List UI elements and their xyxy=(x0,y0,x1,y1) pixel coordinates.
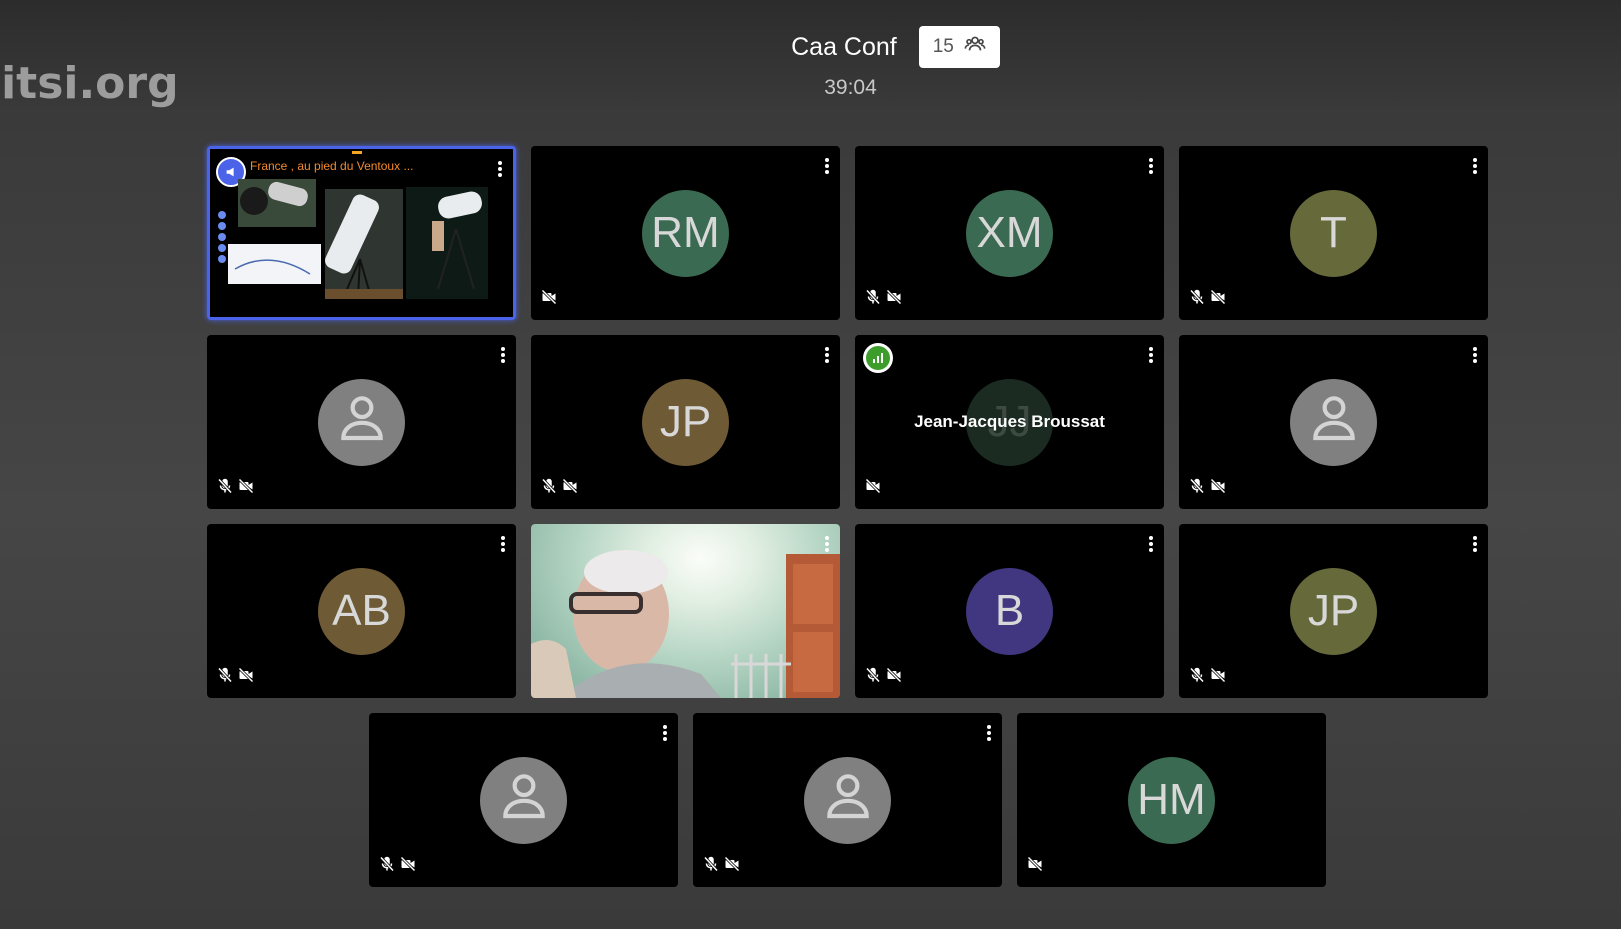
avatar: T xyxy=(1290,189,1377,277)
person-icon xyxy=(820,767,876,834)
mic-muted-icon xyxy=(1189,289,1205,310)
participant-tile[interactable] xyxy=(1179,335,1488,509)
participant-tile[interactable] xyxy=(531,524,840,698)
status-indicators xyxy=(1027,856,1043,877)
participant-tile[interactable] xyxy=(207,335,516,509)
status-indicators xyxy=(541,478,578,499)
participant-tile[interactable]: B xyxy=(855,524,1164,698)
camera-off-icon xyxy=(400,856,416,877)
status-indicators xyxy=(865,478,881,499)
camera-off-icon xyxy=(886,667,902,688)
participant-tile[interactable] xyxy=(369,713,678,887)
more-options-icon[interactable] xyxy=(824,158,830,176)
status-indicators xyxy=(541,289,557,310)
person-icon xyxy=(496,767,552,834)
participants-count: 15 xyxy=(932,36,954,57)
mic-muted-icon xyxy=(379,856,395,877)
status-indicators xyxy=(865,667,902,688)
avatar: JP xyxy=(1290,567,1377,655)
avatar: HM xyxy=(1128,756,1215,844)
status-indicators xyxy=(217,478,254,499)
camera-off-icon xyxy=(865,478,881,499)
participant-display-name: Jean-Jacques Broussat xyxy=(914,412,1105,431)
conference-timer: 39:04 xyxy=(824,76,877,99)
camera-off-icon xyxy=(1210,478,1226,499)
mic-muted-icon xyxy=(865,667,881,688)
avatar: XM xyxy=(966,189,1053,277)
status-indicators xyxy=(1189,478,1226,499)
mic-muted-icon xyxy=(865,289,881,310)
avatar-placeholder xyxy=(318,378,405,466)
more-options-icon[interactable] xyxy=(824,347,830,365)
participants-icon xyxy=(964,33,986,61)
more-options-icon[interactable] xyxy=(1148,536,1154,554)
more-options-icon[interactable] xyxy=(1472,347,1478,365)
participants-count-button[interactable]: 15 xyxy=(918,26,1000,68)
conference-header: Caa Conf 15 39:04 xyxy=(0,26,1621,100)
avatar: JP xyxy=(642,378,729,466)
webcam-video xyxy=(531,524,840,698)
person-icon xyxy=(334,389,390,456)
camera-off-icon xyxy=(562,478,578,499)
camera-off-icon xyxy=(238,478,254,499)
avatar-placeholder xyxy=(804,756,891,844)
status-indicators xyxy=(865,289,902,310)
shared-screen: France , au pied du Ventoux ... xyxy=(210,149,513,317)
more-options-icon[interactable] xyxy=(1472,158,1478,176)
avatar: RM xyxy=(642,189,729,277)
mic-muted-icon xyxy=(217,667,233,688)
connection-indicator-icon[interactable] xyxy=(863,343,893,373)
participant-tile[interactable]: T xyxy=(1179,146,1488,320)
more-options-icon[interactable] xyxy=(500,347,506,365)
participant-tile[interactable]: JP xyxy=(531,335,840,509)
participant-tile[interactable]: XM xyxy=(855,146,1164,320)
conference-title: Caa Conf xyxy=(791,32,897,61)
more-options-icon[interactable] xyxy=(1148,158,1154,176)
avatar: AB xyxy=(318,567,405,655)
participant-tile[interactable]: JJ Jean-Jacques Broussat xyxy=(855,335,1164,509)
more-options-icon[interactable] xyxy=(1148,347,1154,365)
participant-tile[interactable]: JP xyxy=(1179,524,1488,698)
participant-tile[interactable]: RM xyxy=(531,146,840,320)
more-options-icon[interactable] xyxy=(1472,536,1478,554)
status-indicators xyxy=(1189,289,1226,310)
more-options-icon[interactable] xyxy=(986,725,992,743)
participant-tile[interactable]: France , au pied du Ventoux ... xyxy=(207,146,516,320)
participant-tile[interactable] xyxy=(693,713,1002,887)
mic-muted-icon xyxy=(1189,667,1205,688)
person-icon xyxy=(1306,389,1362,456)
avatar-placeholder xyxy=(480,756,567,844)
more-options-icon[interactable] xyxy=(662,725,668,743)
avatar: B xyxy=(966,567,1053,655)
camera-off-icon xyxy=(1210,667,1226,688)
camera-off-icon xyxy=(541,289,557,310)
camera-off-icon xyxy=(724,856,740,877)
camera-off-icon xyxy=(238,667,254,688)
camera-off-icon xyxy=(886,289,902,310)
mic-muted-icon xyxy=(1189,478,1205,499)
status-indicators xyxy=(703,856,740,877)
mic-muted-icon xyxy=(703,856,719,877)
status-indicators xyxy=(379,856,416,877)
participant-tile[interactable]: AB xyxy=(207,524,516,698)
participant-tile[interactable]: HM xyxy=(1017,713,1326,887)
mic-muted-icon xyxy=(541,478,557,499)
more-options-icon[interactable] xyxy=(824,536,830,554)
camera-off-icon xyxy=(1210,289,1226,310)
status-indicators xyxy=(217,667,254,688)
slide-photos xyxy=(228,151,488,299)
avatar-placeholder xyxy=(1290,378,1377,466)
more-options-icon[interactable] xyxy=(500,536,506,554)
more-options-icon[interactable] xyxy=(497,161,503,179)
mic-muted-icon xyxy=(217,478,233,499)
camera-off-icon xyxy=(1027,856,1043,877)
status-indicators xyxy=(1189,667,1226,688)
